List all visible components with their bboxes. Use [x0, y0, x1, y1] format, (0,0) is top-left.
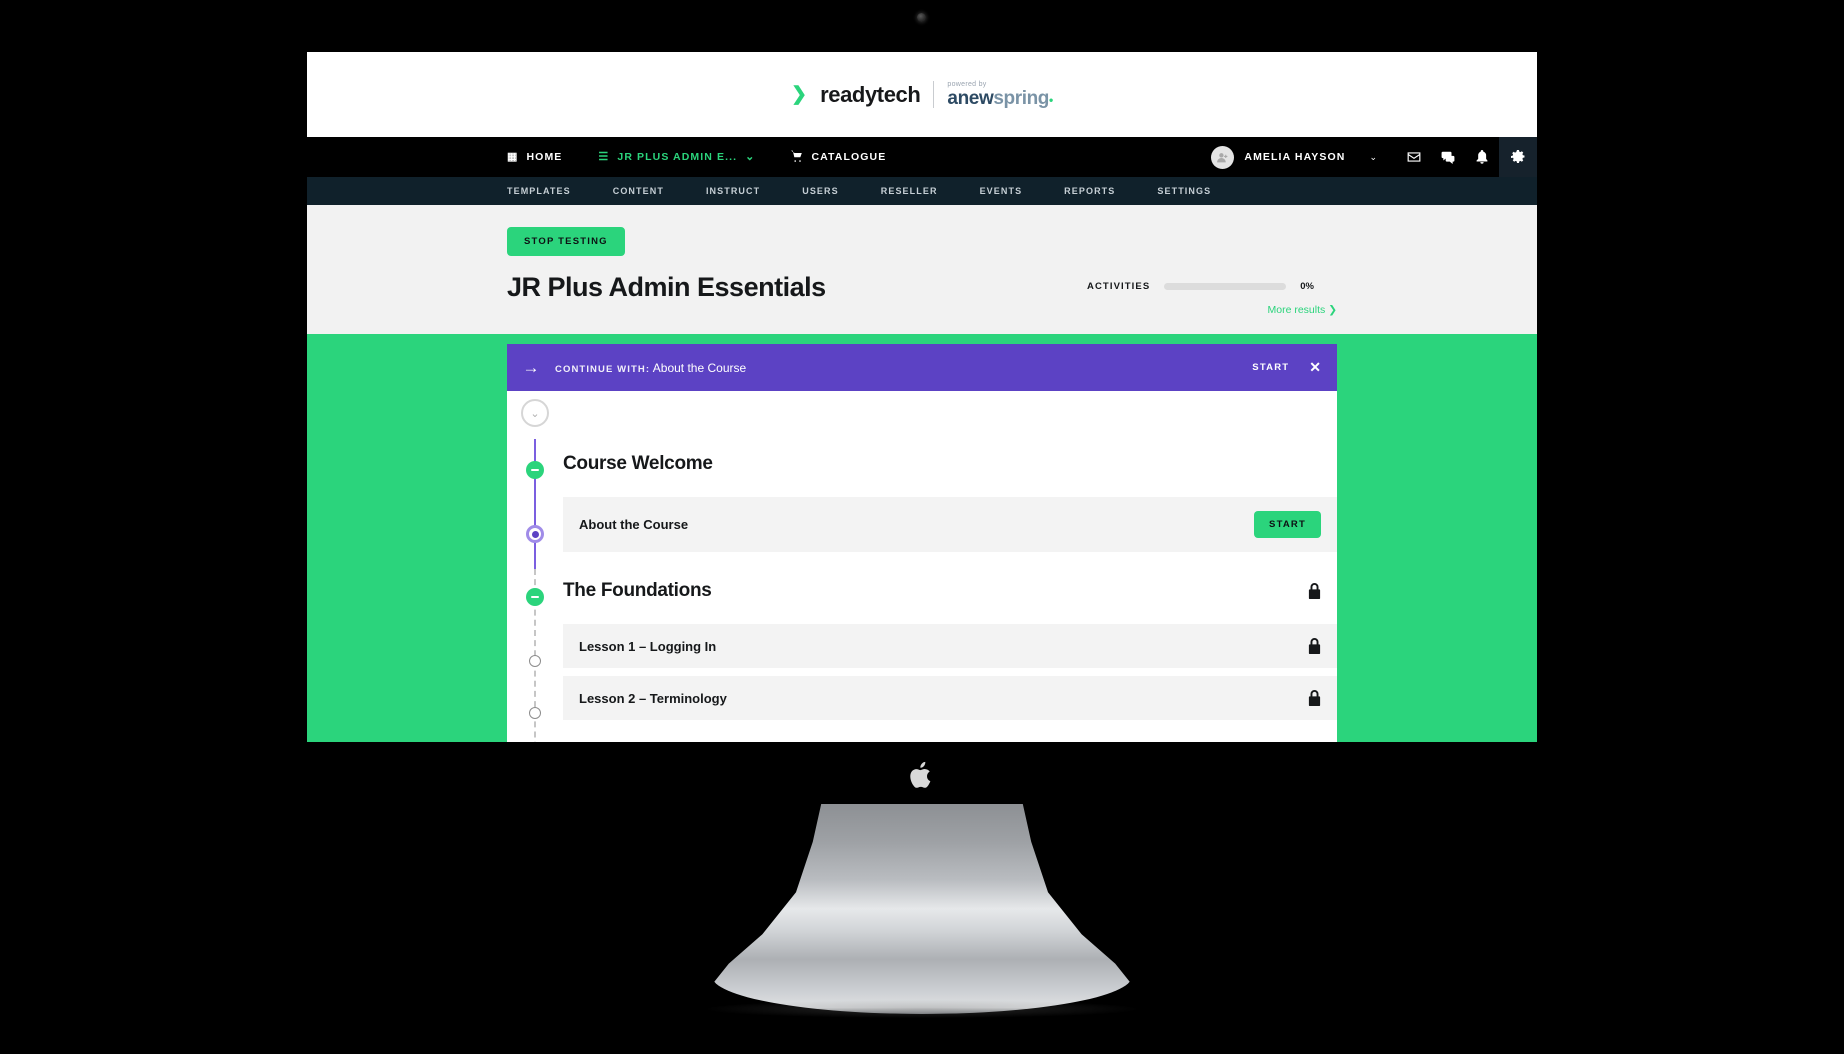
nav-item-catalogue-label: CATALOGUE — [811, 151, 887, 163]
stop-testing-button[interactable]: STOP TESTING — [507, 227, 625, 256]
brand-bar: ❯ readytech powered by anewspring• — [307, 52, 1537, 137]
user-name-label: AMELIA HAYSON — [1244, 151, 1346, 163]
lock-icon — [1308, 638, 1321, 654]
continue-text: CONTINUE WITH: About the Course — [555, 361, 1252, 375]
imac-stand — [712, 804, 1132, 1014]
logo[interactable]: ❯ readytech powered by anewspring• — [791, 81, 1053, 108]
section-header[interactable]: The Foundations — [563, 566, 1337, 616]
logo-divider — [933, 81, 935, 108]
lesson-row[interactable]: About the Course START — [563, 497, 1337, 552]
chat-icon[interactable] — [1431, 137, 1465, 177]
anewspring-part-b: spring — [993, 88, 1050, 109]
lesson-title: Lesson 1 – Logging In — [579, 638, 717, 654]
apple-logo-icon — [909, 760, 935, 791]
more-results-label: More results — [1267, 304, 1326, 316]
nav-right-cluster: AMELIA HAYSON ⌄ — [1211, 137, 1537, 177]
lesson-row[interactable]: Lesson 2 – Terminology — [563, 676, 1337, 720]
lesson-row[interactable]: Lesson 1 – Logging In — [563, 624, 1337, 668]
list-icon: ☰ — [598, 150, 610, 163]
chevron-down-icon[interactable]: ⌄ — [745, 151, 755, 163]
subnav-item-templates[interactable]: TEMPLATES — [507, 186, 571, 196]
section-header[interactable]: Course Welcome — [563, 439, 1337, 489]
close-icon[interactable]: ✕ — [1309, 359, 1321, 376]
user-menu[interactable]: AMELIA HAYSON ⌄ — [1211, 145, 1377, 169]
section-collapse-node[interactable] — [526, 588, 544, 606]
subnav-item-reseller[interactable]: RESELLER — [881, 186, 938, 196]
chevron-right-icon: ❯ — [1328, 304, 1337, 316]
progress-line: ACTIVITIES 0% — [1087, 281, 1337, 292]
subnav-item-instruct[interactable]: INSTRUCT — [706, 186, 760, 196]
grid-icon: ▦ — [507, 150, 519, 163]
continue-item: About the Course — [652, 360, 747, 375]
powered-by-label: powered by — [947, 81, 987, 88]
bell-icon[interactable] — [1465, 137, 1499, 177]
timeline-section: Course Welcome — [507, 439, 1337, 489]
anewspring-dot-icon: • — [1049, 93, 1053, 107]
more-results-link[interactable]: More results ❯ — [1087, 304, 1338, 316]
arrow-right-icon: → — [522, 357, 540, 377]
nav-item-course-label: JR PLUS ADMIN E... — [617, 151, 738, 163]
readytech-wordmark: readytech — [820, 81, 921, 107]
subnav-item-content[interactable]: CONTENT — [613, 186, 664, 196]
subnav-item-reports[interactable]: REPORTS — [1064, 186, 1115, 196]
nav-item-catalogue[interactable]: CATALOGUE — [791, 150, 886, 165]
timeline-spacer — [507, 405, 1337, 439]
anewspring-part-a: anew — [947, 88, 994, 109]
lesson-start-button[interactable]: START — [1254, 511, 1321, 538]
activities-label: ACTIVITIES — [1087, 281, 1151, 292]
user-chevron-down-icon[interactable]: ⌄ — [1369, 152, 1377, 163]
content-column: → CONTINUE WITH: About the Course START … — [507, 344, 1337, 742]
web-page: ❯ readytech powered by anewspring• ▦ HOM… — [307, 52, 1537, 742]
subnav-item-users[interactable]: USERS — [802, 186, 839, 196]
lesson-status-node[interactable] — [529, 655, 541, 667]
page-title: JR Plus Admin Essentials — [507, 272, 826, 302]
lock-icon — [1308, 583, 1321, 599]
nav-item-home-label: HOME — [526, 151, 563, 163]
gear-icon[interactable] — [1499, 137, 1537, 177]
chevron-down-icon: ⌄ — [530, 407, 540, 420]
subnav-item-events[interactable]: EVENTS — [980, 186, 1023, 196]
anewspring-wordmark: anewspring• — [947, 88, 1053, 109]
continue-label: CONTINUE WITH: — [555, 363, 651, 375]
imac-screen: ❯ readytech powered by anewspring• ▦ HOM… — [307, 52, 1537, 742]
nav-item-home[interactable]: ▦ HOME — [507, 151, 562, 163]
collapse-all-button[interactable]: ⌄ — [521, 399, 549, 427]
lesson-title: Lesson 2 – Terminology — [579, 690, 727, 706]
continue-banner[interactable]: → CONTINUE WITH: About the Course START … — [507, 344, 1337, 391]
desktop-scene: ❯ readytech powered by anewspring• ▦ HOM… — [0, 0, 1844, 1054]
avatar — [1211, 145, 1235, 169]
lesson-status-node[interactable] — [529, 707, 541, 719]
lesson-title: About the Course — [579, 517, 689, 532]
progress-bar — [1164, 283, 1287, 290]
imac-camera-icon — [917, 13, 926, 22]
section-title: Course Welcome — [563, 453, 713, 474]
continue-start-button[interactable]: START — [1252, 362, 1289, 373]
timeline-lesson: About the Course START — [507, 497, 1337, 552]
subnav-item-settings[interactable]: SETTINGS — [1157, 186, 1211, 196]
lock-icon — [1308, 690, 1321, 706]
cart-icon — [791, 150, 803, 165]
main-navigation: ▦ HOME ☰ JR PLUS ADMIN E... ⌄ CATALOGUE — [307, 137, 1537, 177]
header-row: JR Plus Admin Essentials ACTIVITIES 0% M… — [507, 272, 1337, 316]
imac-stand-shadow — [707, 1000, 1137, 1018]
section-collapse-node[interactable] — [526, 461, 544, 479]
progress-percent: 0% — [1300, 281, 1314, 292]
secondary-navigation: TEMPLATES CONTENT INSTRUCT USERS RESELLE… — [307, 177, 1537, 205]
timeline-lesson: Lesson 1 – Logging In — [507, 624, 1337, 668]
page-body: → CONTINUE WITH: About the Course START … — [307, 344, 1537, 742]
readytech-chevron-icon: ❯ — [791, 84, 808, 105]
nav-item-course[interactable]: ☰ JR PLUS ADMIN E... ⌄ — [598, 151, 755, 163]
timeline-lesson: Lesson 2 – Terminology — [507, 676, 1337, 720]
anewspring-logo: powered by anewspring• — [947, 81, 1053, 109]
activities-progress: ACTIVITIES 0% More results ❯ — [1087, 272, 1337, 316]
timeline-section: The Foundations — [507, 566, 1337, 616]
course-timeline: ⌄ Course Welcome About the Course START … — [507, 391, 1337, 742]
lesson-status-node-current[interactable] — [526, 525, 544, 543]
mail-icon[interactable] — [1397, 137, 1431, 177]
section-title: The Foundations — [563, 580, 712, 601]
page-header: STOP TESTING JR Plus Admin Essentials AC… — [307, 205, 1537, 334]
